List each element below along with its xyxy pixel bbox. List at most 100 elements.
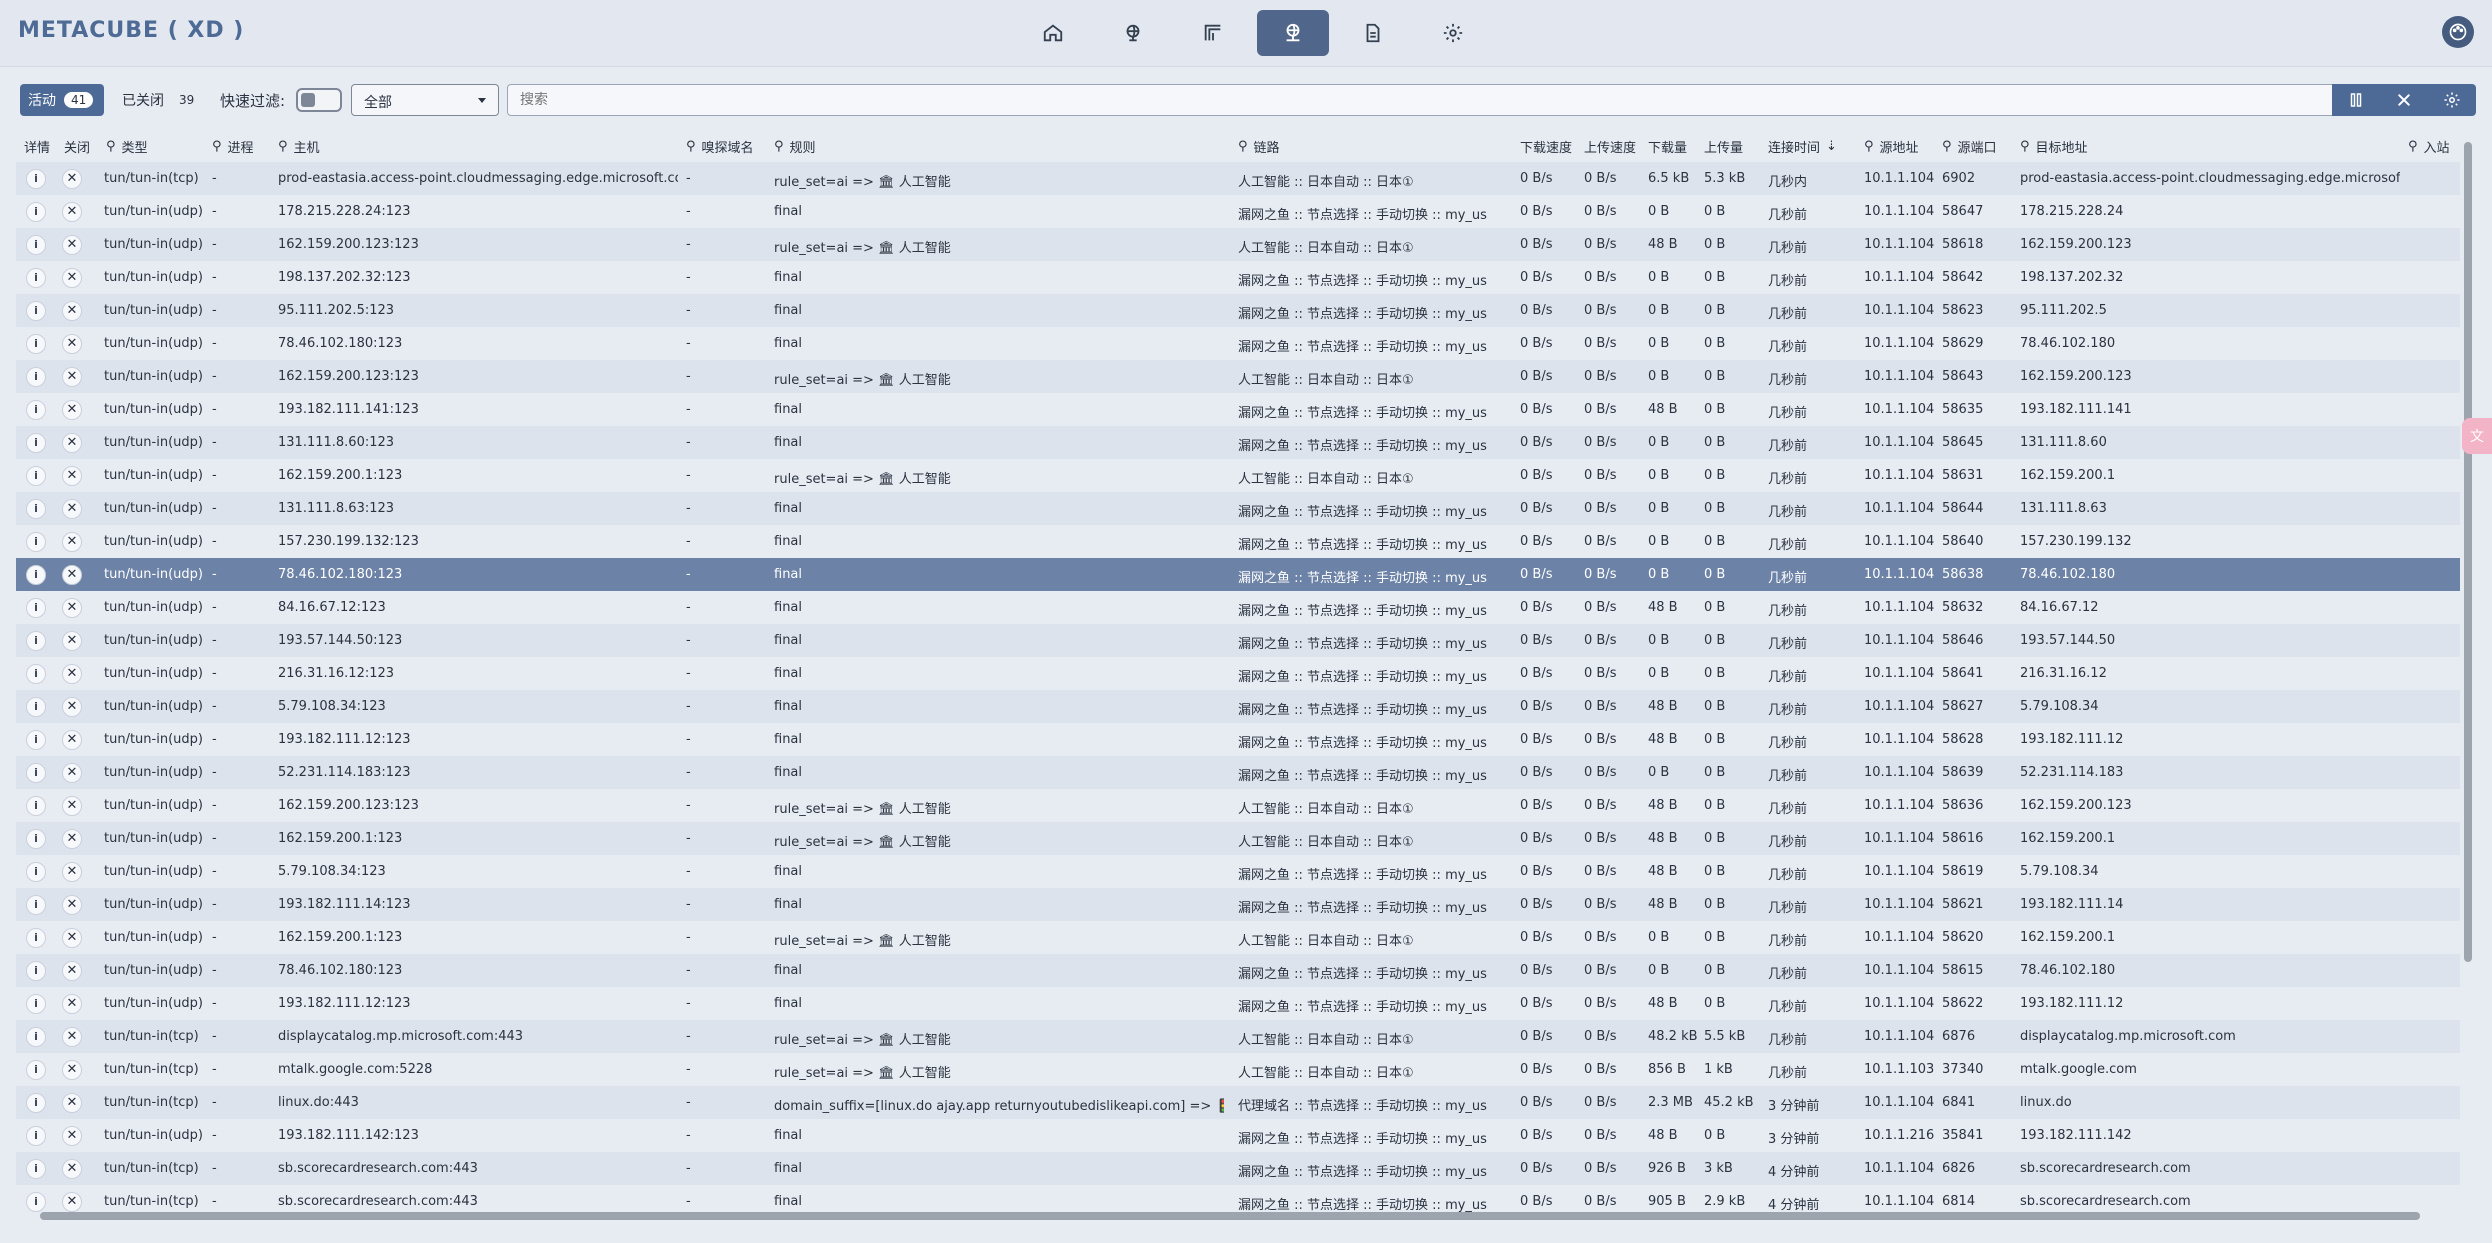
- info-button[interactable]: i: [26, 565, 46, 585]
- close-connection-button[interactable]: ✕: [62, 499, 82, 519]
- info-button[interactable]: i: [26, 499, 46, 519]
- header-src[interactable]: ⚲ 源地址: [1864, 137, 1919, 156]
- info-button[interactable]: i: [26, 400, 46, 420]
- header-sniff[interactable]: ⚲ 嗅探域名: [686, 137, 754, 156]
- table-row[interactable]: i ✕ tun/tun-in(udp) -131.111.8.63:123- final…: [16, 492, 2460, 525]
- close-connection-button[interactable]: ✕: [62, 763, 82, 783]
- close-connection-button[interactable]: ✕: [62, 301, 82, 321]
- close-connection-button[interactable]: ✕: [62, 433, 82, 453]
- table-row[interactable]: i ✕ tun/tun-in(udp) -95.111.202.5:123- final…: [16, 294, 2460, 327]
- close-connection-button[interactable]: ✕: [62, 1192, 82, 1212]
- table-row[interactable]: i ✕ tun/tun-in(udp) -193.182.111.14:123- fin…: [16, 888, 2460, 921]
- table-row[interactable]: i ✕ tun/tun-in(udp) -193.182.111.12:123- fin…: [16, 723, 2460, 756]
- table-row[interactable]: i ✕ tun/tun-in(tcp) - displaycatalog.mp.micr…: [16, 1020, 2460, 1053]
- table-row[interactable]: i ✕ tun/tun-in(udp) -84.16.67.12:123- final 漏…: [16, 591, 2460, 624]
- table-row[interactable]: i ✕ tun/tun-in(udp) -198.137.202.32:123- fin…: [16, 261, 2460, 294]
- close-connection-button[interactable]: ✕: [62, 664, 82, 684]
- nav-rules-button[interactable]: [1177, 10, 1249, 56]
- search-input[interactable]: [507, 84, 2349, 116]
- header-rule[interactable]: ⚲ 规则: [774, 137, 816, 156]
- nav-globe-button[interactable]: [1097, 10, 1169, 56]
- table-settings-button[interactable]: [2428, 84, 2476, 116]
- info-button[interactable]: i: [26, 1060, 46, 1080]
- table-row[interactable]: i ✕ tun/tun-in(tcp) - sb.scorecardresearch.c…: [16, 1152, 2460, 1185]
- info-button[interactable]: i: [26, 664, 46, 684]
- table-row[interactable]: i ✕ tun/tun-in(udp) -216.31.16.12:123- final…: [16, 657, 2460, 690]
- scrollbar-thumb[interactable]: [40, 1212, 2420, 1220]
- info-button[interactable]: i: [26, 1159, 46, 1179]
- header-dst[interactable]: ⚲ 目标地址: [2020, 137, 2088, 156]
- info-button[interactable]: i: [26, 235, 46, 255]
- table-row[interactable]: i ✕ tun/tun-in(udp) -78.46.102.180:123- fina…: [16, 558, 2460, 591]
- info-button[interactable]: i: [26, 928, 46, 948]
- close-connection-button[interactable]: ✕: [62, 169, 82, 189]
- info-button[interactable]: i: [26, 202, 46, 222]
- table-row[interactable]: i ✕ tun/tun-in(udp) -162.159.200.123:123- ru…: [16, 360, 2460, 393]
- theme-button[interactable]: [2442, 16, 2474, 48]
- header-host[interactable]: ⚲ 主机: [278, 137, 320, 156]
- close-connection-button[interactable]: ✕: [62, 466, 82, 486]
- nav-logs-button[interactable]: [1337, 10, 1409, 56]
- close-connection-button[interactable]: ✕: [62, 1093, 82, 1113]
- table-row[interactable]: i ✕ tun/tun-in(udp) -193.57.144.50:123- fina…: [16, 624, 2460, 657]
- info-button[interactable]: i: [26, 796, 46, 816]
- header-chain[interactable]: ⚲ 链路: [1238, 137, 1280, 156]
- close-connection-button[interactable]: ✕: [62, 1027, 82, 1047]
- close-connection-button[interactable]: ✕: [62, 631, 82, 651]
- nav-connections-button[interactable]: [1257, 10, 1329, 56]
- filter-select[interactable]: 全部: [351, 84, 499, 116]
- table-row[interactable]: i ✕ tun/tun-in(udp) -162.159.200.123:123- ru…: [16, 228, 2460, 261]
- close-connection-button[interactable]: ✕: [62, 202, 82, 222]
- close-connection-button[interactable]: ✕: [62, 895, 82, 915]
- quick-filter-toggle[interactable]: [296, 88, 342, 112]
- header-dl-speed[interactable]: 下载速度: [1520, 137, 1572, 156]
- info-button[interactable]: i: [26, 169, 46, 189]
- header-dl[interactable]: 下载量: [1648, 137, 1687, 156]
- close-all-button[interactable]: [2380, 84, 2428, 116]
- header-process[interactable]: ⚲ 进程: [212, 137, 254, 156]
- close-connection-button[interactable]: ✕: [62, 1126, 82, 1146]
- vertical-scrollbar[interactable]: [2462, 132, 2474, 1212]
- info-button[interactable]: i: [26, 1126, 46, 1146]
- table-row[interactable]: i ✕ tun/tun-in(udp) -162.159.200.1:123- rule…: [16, 921, 2460, 954]
- info-button[interactable]: i: [26, 1192, 46, 1212]
- close-connection-button[interactable]: ✕: [62, 697, 82, 717]
- info-button[interactable]: i: [26, 895, 46, 915]
- info-button[interactable]: i: [26, 763, 46, 783]
- close-connection-button[interactable]: ✕: [62, 268, 82, 288]
- close-connection-button[interactable]: ✕: [62, 829, 82, 849]
- sort-icon[interactable]: ⇣: [1826, 139, 1837, 154]
- table-row[interactable]: i ✕ tun/tun-in(udp) -5.79.108.34:123- final 漏…: [16, 855, 2460, 888]
- search-icon[interactable]: ⚲: [1942, 139, 1952, 154]
- table-row[interactable]: i ✕ tun/tun-in(udp) -78.46.102.180:123- fina…: [16, 327, 2460, 360]
- close-connection-button[interactable]: ✕: [62, 1159, 82, 1179]
- search-icon[interactable]: ⚲: [686, 139, 696, 154]
- table-row[interactable]: i ✕ tun/tun-in(udp) -162.159.200.1:123- rule…: [16, 822, 2460, 855]
- close-connection-button[interactable]: ✕: [62, 532, 82, 552]
- info-button[interactable]: i: [26, 268, 46, 288]
- tab-active[interactable]: 活动 41: [20, 84, 104, 116]
- close-connection-button[interactable]: ✕: [62, 235, 82, 255]
- table-row[interactable]: i ✕ tun/tun-in(udp) -78.46.102.180:123- fina…: [16, 954, 2460, 987]
- table-row[interactable]: i ✕ tun/tun-in(udp) -131.111.8.60:123- final…: [16, 426, 2460, 459]
- nav-settings-button[interactable]: [1417, 10, 1489, 56]
- search-icon[interactable]: ⚲: [106, 139, 116, 154]
- info-button[interactable]: i: [26, 1093, 46, 1113]
- header-time[interactable]: 连接时间 ⇣: [1768, 137, 1837, 156]
- info-button[interactable]: i: [26, 994, 46, 1014]
- close-connection-button[interactable]: ✕: [62, 796, 82, 816]
- header-ul-speed[interactable]: 上传速度: [1584, 137, 1636, 156]
- table-row[interactable]: i ✕ tun/tun-in(udp) -193.182.111.141:123- fi…: [16, 393, 2460, 426]
- scrollbar-thumb[interactable]: [2464, 142, 2472, 962]
- close-connection-button[interactable]: ✕: [62, 1060, 82, 1080]
- info-button[interactable]: i: [26, 961, 46, 981]
- close-connection-button[interactable]: ✕: [62, 334, 82, 354]
- close-connection-button[interactable]: ✕: [62, 961, 82, 981]
- close-connection-button[interactable]: ✕: [62, 862, 82, 882]
- info-button[interactable]: i: [26, 697, 46, 717]
- info-button[interactable]: i: [26, 532, 46, 552]
- search-icon[interactable]: ⚲: [2020, 139, 2030, 154]
- header-ul[interactable]: 上传量: [1704, 137, 1743, 156]
- close-connection-button[interactable]: ✕: [62, 400, 82, 420]
- info-button[interactable]: i: [26, 631, 46, 651]
